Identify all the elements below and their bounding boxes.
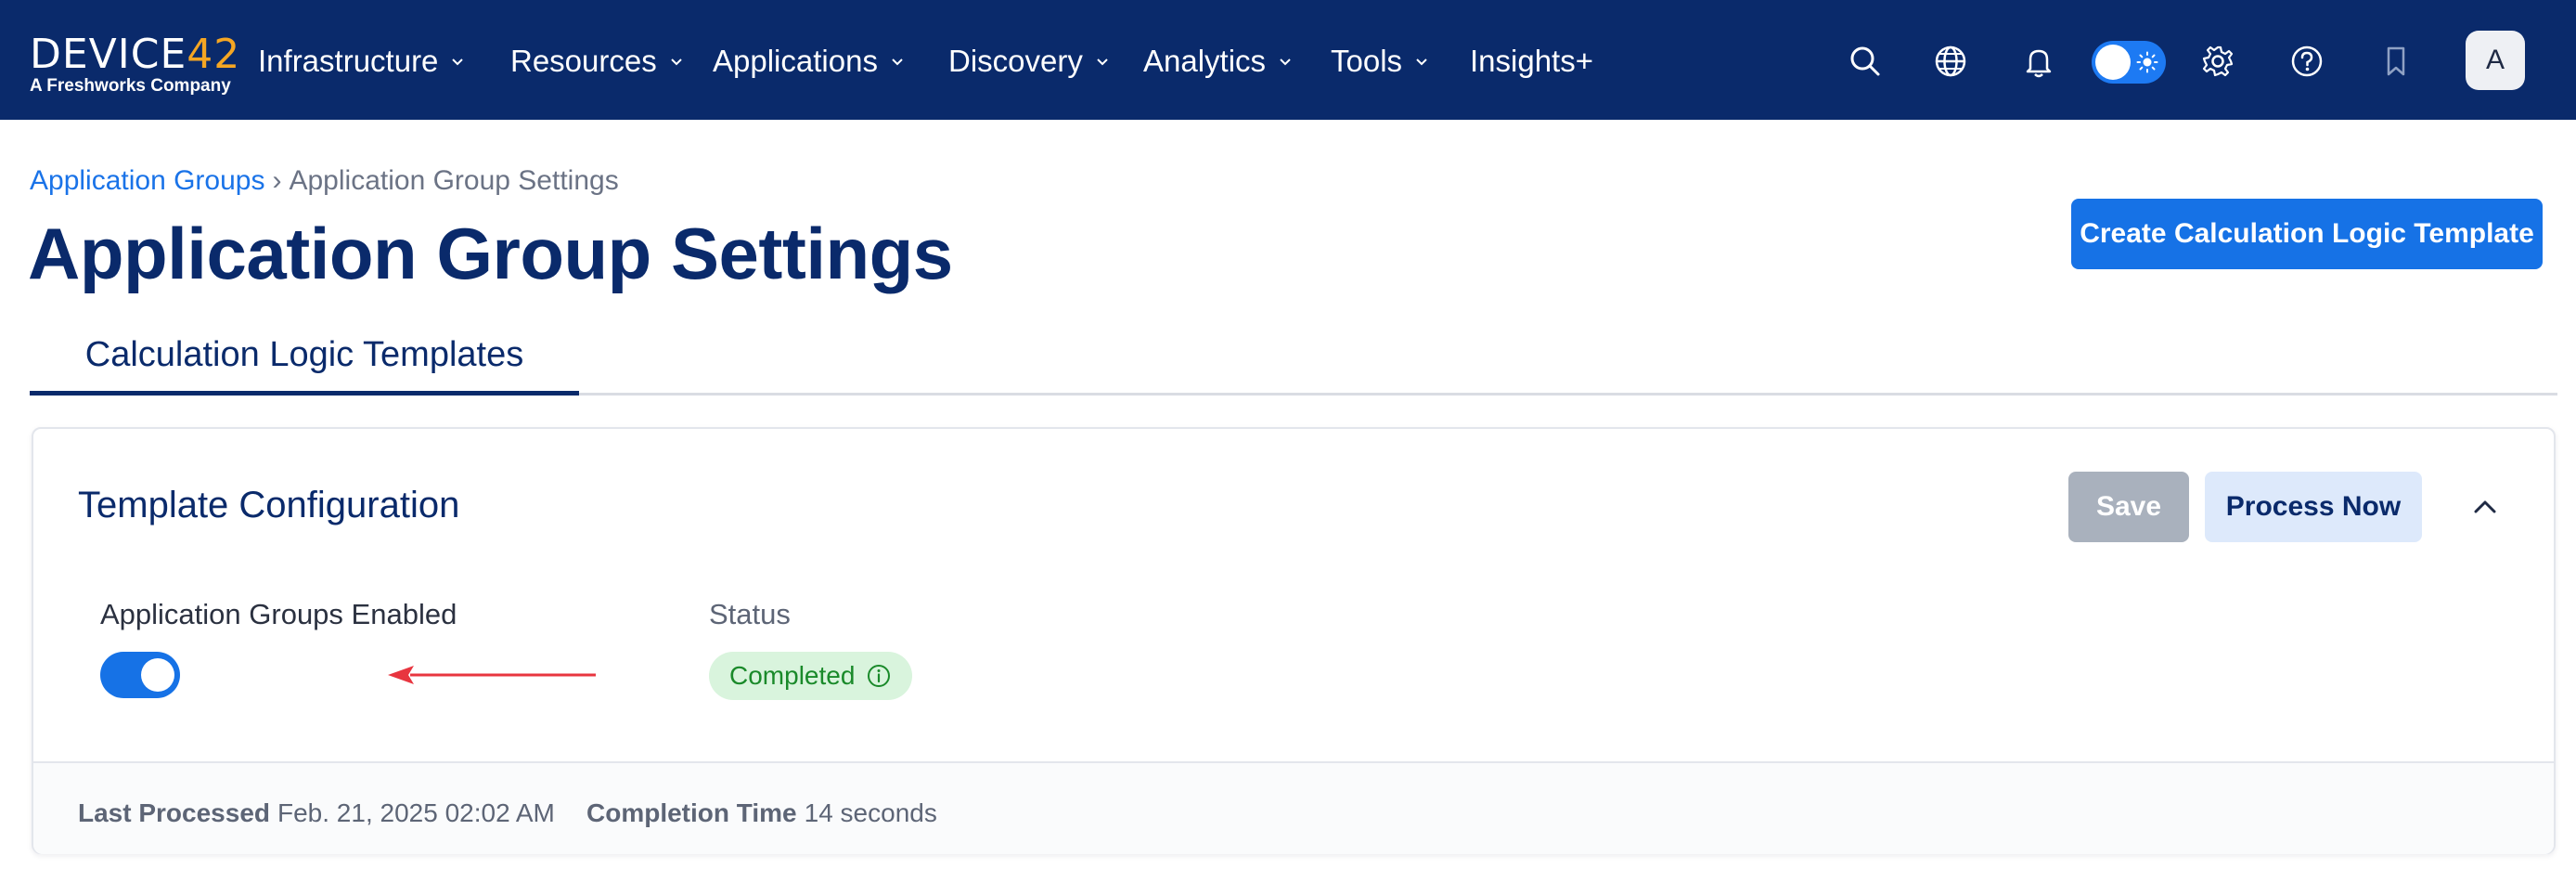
- nav-item-resources[interactable]: Resources: [510, 41, 685, 82]
- breadcrumb-separator: ›: [272, 165, 282, 196]
- nav-item-discovery[interactable]: Discovery: [948, 41, 1111, 82]
- last-processed-value: Feb. 21, 2025 02:02 AM: [277, 798, 555, 827]
- breadcrumb: Application Groups › Application Group Set…: [30, 165, 619, 197]
- avatar-initial: A: [2485, 45, 2505, 75]
- last-processed-label: Last Processed: [78, 798, 270, 827]
- chevron-down-icon: [1280, 58, 1291, 66]
- tab-bar: Calculation Logic Templates: [30, 319, 2557, 396]
- completion-time: Completion Time 14 seconds: [586, 798, 937, 828]
- breadcrumb-link-application-groups[interactable]: Application Groups: [30, 165, 264, 196]
- logo-tagline: A Freshworks Company: [30, 76, 231, 96]
- nav-item-insights[interactable]: Insights+: [1470, 41, 1593, 82]
- nav-item-label: Discovery: [948, 44, 1083, 78]
- breadcrumb-current: Application Group Settings: [289, 165, 619, 196]
- completion-time-label: Completion Time: [586, 798, 797, 827]
- logo-wordmark: DEVICE42: [30, 31, 241, 78]
- card-footer: Last Processed Feb. 21, 2025 02:02 AM Com…: [33, 761, 2554, 854]
- chevron-down-icon: [671, 58, 682, 66]
- nav-item-applications[interactable]: Applications: [713, 41, 906, 82]
- device42-logo[interactable]: DEVICE42 A Freshworks Company: [30, 32, 239, 102]
- theme-toggle[interactable]: [2092, 41, 2166, 84]
- chevron-up-icon[interactable]: [2465, 486, 2505, 527]
- card-title: Template Configuration: [78, 485, 460, 525]
- toggle-knob: [141, 658, 174, 692]
- template-configuration-card: Template Configuration Save Process Now …: [32, 427, 2556, 854]
- nav-item-label: Applications: [713, 44, 878, 78]
- status-badge: Completed: [709, 652, 913, 700]
- chevron-down-icon: [1416, 58, 1427, 66]
- nav-item-analytics[interactable]: Analytics: [1143, 41, 1294, 82]
- status-label: Status: [709, 598, 791, 630]
- toggle-knob: [2095, 45, 2131, 80]
- user-avatar[interactable]: A: [2466, 31, 2525, 90]
- globe-icon[interactable]: [1930, 41, 1971, 82]
- status-value: Completed: [729, 661, 856, 690]
- top-navigation-bar: DEVICE42 A Freshworks Company Infrastruc…: [0, 0, 2576, 120]
- nav-item-label: Tools: [1331, 44, 1403, 78]
- last-processed: Last Processed Feb. 21, 2025 02:02 AM: [78, 798, 555, 828]
- bookmark-icon[interactable]: [2376, 41, 2416, 82]
- tab-calculation-logic-templates[interactable]: Calculation Logic Templates: [30, 319, 579, 396]
- process-now-button[interactable]: Process Now: [2205, 472, 2422, 542]
- help-icon[interactable]: [2286, 41, 2327, 82]
- nav-item-infrastructure[interactable]: Infrastructure: [258, 41, 466, 82]
- completion-time-value: 14 seconds: [804, 798, 937, 827]
- annotation-arrow: [388, 666, 596, 684]
- save-button[interactable]: Save: [2068, 472, 2189, 542]
- chevron-down-icon: [892, 58, 903, 66]
- create-calculation-logic-template-button[interactable]: Create Calculation Logic Template: [2071, 199, 2543, 269]
- info-icon[interactable]: [866, 663, 892, 689]
- nav-item-label: Analytics: [1143, 44, 1267, 78]
- page-title: Application Group Settings: [28, 213, 953, 294]
- search-icon[interactable]: [1845, 41, 1886, 82]
- nav-item-tools[interactable]: Tools: [1331, 41, 1430, 82]
- bell-icon[interactable]: [2018, 41, 2059, 82]
- nav-item-label: Resources: [510, 44, 657, 78]
- nav-item-label: Insights+: [1470, 44, 1593, 78]
- sun-icon: [2136, 51, 2158, 73]
- chevron-down-icon: [452, 58, 464, 66]
- nav-item-label: Infrastructure: [258, 44, 439, 78]
- application-groups-enabled-toggle[interactable]: [100, 652, 180, 698]
- application-groups-enabled-label: Application Groups Enabled: [100, 598, 457, 630]
- chevron-down-icon: [1097, 58, 1108, 66]
- gear-icon[interactable]: [2197, 41, 2238, 82]
